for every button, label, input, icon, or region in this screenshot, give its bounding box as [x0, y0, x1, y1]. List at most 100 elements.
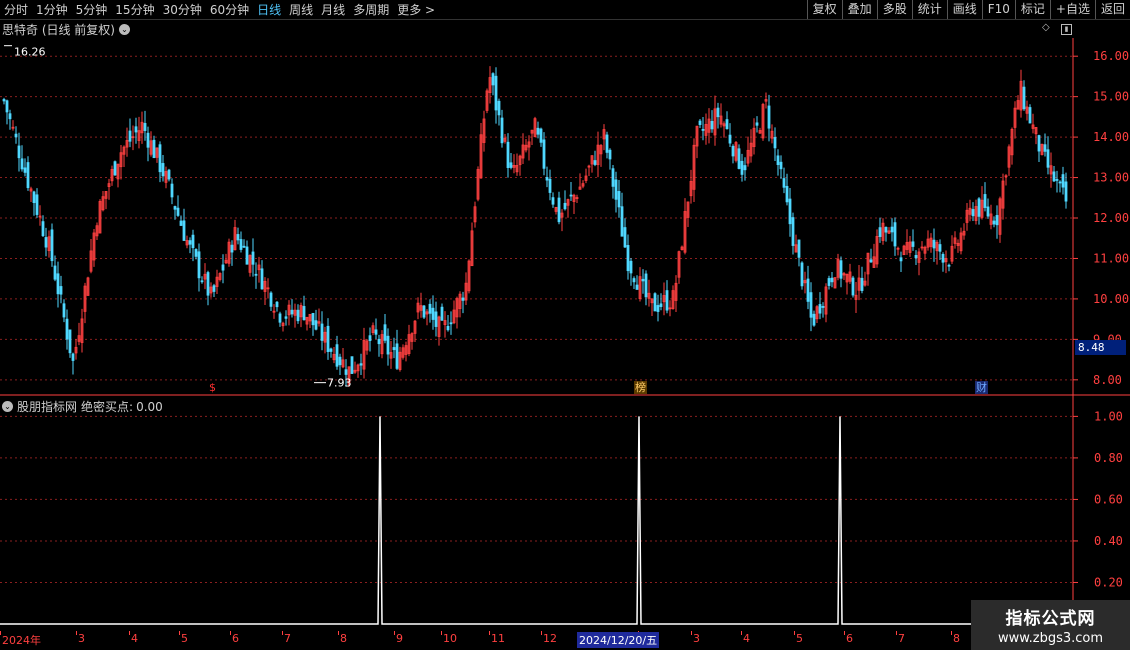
period-tab-10[interactable]: 更多 >	[393, 1, 439, 18]
indicator-tick-label: 0.60	[1094, 492, 1123, 506]
candle-body	[605, 134, 609, 153]
date-tick-mark	[541, 631, 542, 635]
candle-body	[932, 239, 936, 249]
candle-body	[302, 306, 306, 321]
indicator-chart[interactable]: 0.20 0.40 0.60 0.80 1.00	[0, 396, 1130, 631]
candle-body	[431, 307, 435, 320]
candle-body	[938, 244, 942, 252]
candle-body	[383, 324, 387, 341]
candle-body	[698, 120, 702, 126]
date-tick-mark	[179, 631, 180, 635]
candle-body	[65, 318, 69, 340]
candle-body	[656, 305, 660, 312]
title-dropdown-icon[interactable]: ⌄	[119, 24, 130, 35]
candle-body	[311, 312, 315, 326]
y-tick-label: 12.00	[1093, 211, 1129, 225]
candle-body	[461, 297, 465, 301]
date-tick-label: 5	[796, 632, 803, 645]
period-tab-4[interactable]: 30分钟	[159, 1, 206, 18]
candle-body	[314, 320, 318, 330]
period-tab-9[interactable]: 多周期	[349, 1, 393, 18]
candle-body	[626, 245, 630, 272]
candle-body	[1058, 181, 1062, 184]
candle-body	[143, 123, 147, 131]
action-button-4[interactable]: 画线	[946, 0, 982, 19]
panel-toggle-icon[interactable]: ▮	[1061, 24, 1072, 35]
candle-body	[542, 139, 546, 169]
action-button-7[interactable]: +自选	[1049, 0, 1095, 19]
candle-body	[797, 239, 801, 258]
candle-body	[167, 169, 171, 180]
candle-body	[206, 272, 210, 296]
action-button-0[interactable]: 复权	[806, 0, 842, 19]
candle-body	[14, 133, 18, 138]
date-tick-mark	[844, 631, 845, 635]
candle-body	[563, 202, 567, 210]
date-tick-label: 3	[693, 632, 700, 645]
candle-body	[818, 304, 822, 314]
period-tab-0[interactable]: 分时	[0, 1, 32, 18]
candle-body	[56, 273, 60, 295]
candle-body	[68, 329, 72, 354]
period-tab-6[interactable]: 日线	[253, 1, 285, 18]
action-button-1[interactable]: 叠加	[841, 0, 877, 19]
candle-body	[806, 278, 810, 302]
event-tag-rank[interactable]: 榜	[634, 381, 647, 394]
action-button-3[interactable]: 统计	[911, 0, 947, 19]
event-tag-dollar[interactable]: $	[208, 381, 217, 394]
period-tab-1[interactable]: 1分钟	[32, 1, 72, 18]
candle-body	[236, 234, 240, 241]
action-button-5[interactable]: F10	[981, 0, 1015, 19]
event-tag-finance[interactable]: 财	[975, 381, 988, 394]
candle-body	[320, 323, 324, 341]
action-button-8[interactable]: 返回	[1094, 0, 1130, 19]
candle-body	[995, 215, 999, 226]
candle-body	[386, 335, 390, 355]
candle-body	[899, 257, 903, 262]
candle-body	[506, 141, 510, 168]
candle-body	[1061, 174, 1065, 188]
candle-body	[1043, 144, 1047, 152]
y-tick-label: 15.00	[1093, 90, 1129, 104]
action-button-2[interactable]: 多股	[876, 0, 912, 19]
candle-body	[539, 128, 543, 143]
diamond-icon[interactable]: ◇	[1042, 22, 1050, 33]
date-tick-label: 5	[181, 632, 188, 645]
candle-body	[449, 322, 453, 325]
candle-body	[251, 251, 255, 265]
date-tick-label: 11	[491, 632, 505, 645]
period-tab-3[interactable]: 15分钟	[111, 1, 158, 18]
period-tab-5[interactable]: 60分钟	[206, 1, 253, 18]
candle-body	[782, 178, 786, 188]
candle-body	[497, 100, 501, 116]
date-tick-mark	[76, 631, 77, 635]
period-tab-7[interactable]: 周线	[285, 1, 317, 18]
date-tick-label: 10	[443, 632, 457, 645]
candle-body	[731, 145, 735, 157]
period-tab-2[interactable]: 5分钟	[72, 1, 112, 18]
candle-body	[971, 209, 975, 217]
candle-body	[827, 278, 831, 286]
candle-body	[659, 303, 663, 307]
candle-body	[182, 220, 186, 241]
candle-body	[440, 306, 444, 321]
date-tick-mark	[230, 631, 231, 635]
candle-body	[728, 134, 732, 144]
candle-body	[776, 155, 780, 166]
candlestick-chart[interactable]: 8.009.0010.0011.0012.0013.0014.0015.0016…	[0, 38, 1130, 396]
date-tick-label: 7	[898, 632, 905, 645]
candle-body	[500, 117, 504, 144]
date-tick-label: 6	[846, 632, 853, 645]
candle-body	[326, 325, 330, 352]
candle-body	[230, 244, 234, 253]
candle-body	[614, 179, 618, 200]
candle-body	[338, 356, 342, 366]
candle-body	[830, 277, 834, 283]
candle-body	[368, 335, 372, 341]
date-tick-label: 6	[232, 632, 239, 645]
action-button-6[interactable]: 标记	[1014, 0, 1050, 19]
candle-body	[611, 168, 615, 187]
candle-body	[884, 226, 888, 233]
candle-body	[350, 356, 354, 374]
period-tab-8[interactable]: 月线	[317, 1, 349, 18]
